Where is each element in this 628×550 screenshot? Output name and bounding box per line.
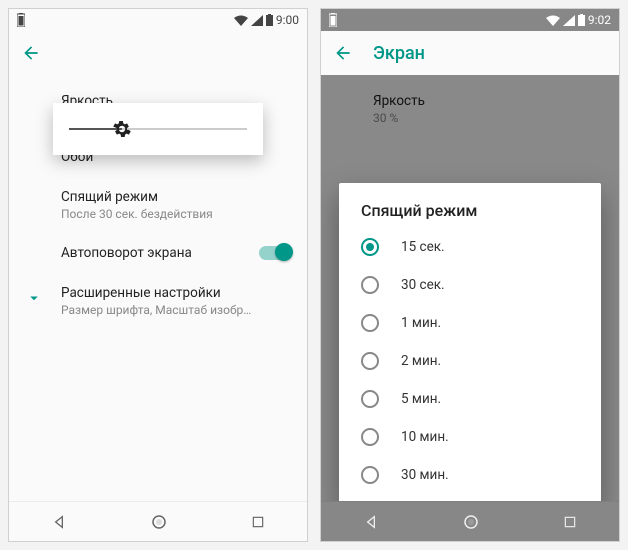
item-title: Расширенные настройки <box>61 285 255 301</box>
brightness-thumb-icon[interactable] <box>111 118 133 140</box>
item-title: Спящий режим <box>61 189 255 205</box>
phone-left: 9:00 Яркость 30 % Обои Спящий режим Посл… <box>8 8 308 542</box>
back-icon[interactable] <box>333 43 353 63</box>
radio-icon[interactable] <box>361 428 379 446</box>
signal-icon <box>563 15 575 26</box>
wifi-icon <box>234 15 248 26</box>
sleep-option[interactable]: 15 сек. <box>339 228 601 266</box>
item-title: Автоповорот экрана <box>61 245 259 261</box>
phone-right: 9:02 Экран Яркость 30 % Спящий режим 15 … <box>320 8 620 542</box>
nav-recent-icon[interactable] <box>251 515 265 529</box>
option-label: 30 мин. <box>401 467 449 483</box>
sleep-option[interactable]: 2 мин. <box>339 342 601 380</box>
back-icon[interactable] <box>21 43 41 63</box>
signal-icon <box>251 15 263 26</box>
sleep-option[interactable]: 10 мин. <box>339 418 601 456</box>
item-autorotate[interactable]: Автоповорот экрана <box>9 233 307 273</box>
item-value: После 30 сек. бездействия <box>61 207 255 221</box>
nav-bar <box>9 501 307 541</box>
radio-icon[interactable] <box>361 314 379 332</box>
sleep-option[interactable]: 5 мин. <box>339 380 601 418</box>
option-label: 5 мин. <box>401 391 441 407</box>
brightness-slider[interactable] <box>69 128 247 130</box>
item-advanced[interactable]: Расширенные настройки Размер шрифта, Мас… <box>9 273 307 329</box>
item-value: 30 % <box>373 111 567 125</box>
option-label: 1 мин. <box>401 315 441 331</box>
item-brightness[interactable]: Яркость 30 % <box>321 81 619 137</box>
sleep-option[interactable]: 30 сек. <box>339 266 601 304</box>
item-value: Размер шрифта, Масштаб изображения на эк… <box>61 303 255 317</box>
autorotate-switch[interactable] <box>259 246 291 260</box>
sleep-option[interactable]: 1 мин. <box>339 304 601 342</box>
nav-home-icon[interactable] <box>150 513 168 531</box>
battery-icon <box>329 13 337 27</box>
status-time: 9:00 <box>276 13 299 27</box>
wifi-icon <box>546 15 560 26</box>
status-bar: 9:00 <box>9 9 307 31</box>
nav-back-icon[interactable] <box>51 514 67 530</box>
page-title: Экран <box>373 43 425 64</box>
nav-bar <box>321 501 619 541</box>
status-time: 9:02 <box>588 13 611 27</box>
battery-status-icon <box>266 14 273 26</box>
status-bar: 9:02 <box>321 9 619 31</box>
dialog-title: Спящий режим <box>339 201 601 228</box>
brightness-slider-panel <box>53 103 263 155</box>
battery-icon <box>17 13 25 27</box>
battery-status-icon <box>578 14 585 26</box>
chevron-down-icon <box>25 289 43 307</box>
option-label: 2 мин. <box>401 353 441 369</box>
radio-icon[interactable] <box>361 238 379 256</box>
sleep-option[interactable]: 30 мин. <box>339 456 601 494</box>
radio-icon[interactable] <box>361 276 379 294</box>
nav-back-icon[interactable] <box>363 514 379 530</box>
nav-home-icon[interactable] <box>462 513 480 531</box>
radio-icon[interactable] <box>361 390 379 408</box>
radio-icon[interactable] <box>361 352 379 370</box>
settings-list: Яркость 30 % Обои Спящий режим После 30 … <box>9 75 307 501</box>
option-label: 10 мин. <box>401 429 449 445</box>
app-bar <box>9 31 307 75</box>
item-title: Яркость <box>373 93 567 109</box>
option-label: 30 сек. <box>401 277 445 293</box>
settings-list: Яркость 30 % Спящий режим 15 сек. 30 сек.… <box>321 75 619 501</box>
app-bar: Экран <box>321 31 619 75</box>
radio-icon[interactable] <box>361 466 379 484</box>
item-sleep[interactable]: Спящий режим После 30 сек. бездействия <box>9 177 307 233</box>
sleep-dialog: Спящий режим 15 сек. 30 сек. 1 мин. 2 мин. 5… <box>339 183 601 501</box>
option-label: 15 сек. <box>401 239 445 255</box>
nav-recent-icon[interactable] <box>563 515 577 529</box>
